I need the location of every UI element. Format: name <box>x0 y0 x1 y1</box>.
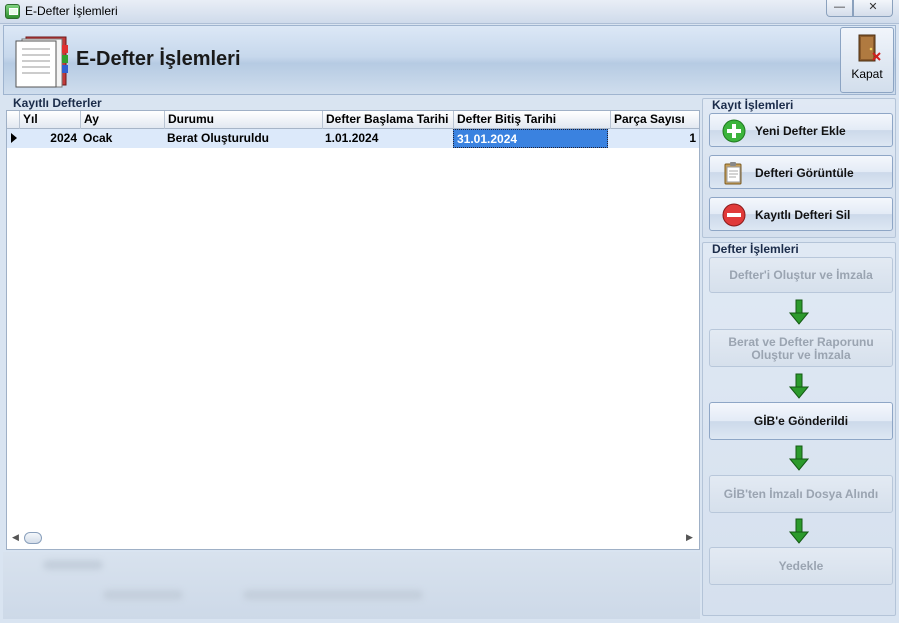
down-arrow-icon <box>789 518 809 544</box>
blurred-element <box>243 590 423 600</box>
down-arrow-icon <box>789 299 809 325</box>
record-operations-group: Kayıt İşlemleri Yeni Defter Ekle Defteri… <box>702 98 896 238</box>
ledger-operations-group: Defter İşlemleri Defter'i Oluştur ve İmz… <box>702 242 896 616</box>
column-header-baslama[interactable]: Defter Başlama Tarihi <box>322 111 453 129</box>
cell-durumu[interactable]: Berat Oluşturuldu <box>164 129 322 148</box>
create-sign-ledger-button[interactable]: Defter'i Oluştur ve İmzala <box>709 257 893 293</box>
page-title: E-Defter İşlemleri <box>76 48 241 70</box>
add-icon <box>722 119 746 143</box>
header-banner: E-Defter İşlemleri Kapat <box>3 25 896 95</box>
window-title: E-Defter İşlemleri <box>25 4 118 18</box>
column-header-durumu[interactable]: Durumu <box>164 111 322 129</box>
table-row[interactable]: 2024 Ocak Berat Oluşturuldu 1.01.2024 31… <box>7 129 699 148</box>
ledger-operations-label: Defter İşlemleri <box>712 242 799 256</box>
down-arrow-icon <box>789 373 809 399</box>
bottom-status-area <box>3 552 700 619</box>
ledger-book-icon <box>15 36 68 88</box>
create-sign-berat-button[interactable]: Berat ve Defter Raporunu Oluştur ve İmza… <box>709 329 893 367</box>
kapat-label: Kapat <box>851 67 883 81</box>
new-ledger-button[interactable]: Yeni Defter Ekle <box>709 113 893 147</box>
signed-file-received-label: GİB'ten İmzalı Dosya Alındı <box>723 487 879 501</box>
scroll-thumb[interactable] <box>24 532 42 544</box>
view-ledger-label: Defteri Görüntüle <box>755 166 854 180</box>
cell-baslama[interactable]: 1.01.2024 <box>322 129 453 148</box>
cell-parca[interactable]: 1 <box>610 129 699 148</box>
saved-ledgers-label: Kayıtlı Defterler <box>13 96 102 110</box>
column-header-ay[interactable]: Ay <box>80 111 164 129</box>
cell-ay[interactable]: Ocak <box>80 129 164 148</box>
clipboard-icon <box>724 162 742 185</box>
scroll-right-icon[interactable]: ▶ <box>686 532 693 543</box>
row-indicator-icon <box>11 133 17 143</box>
right-panel: Kayıt İşlemleri Yeni Defter Ekle Defteri… <box>702 95 896 617</box>
app-icon <box>5 4 20 19</box>
delete-ledger-button[interactable]: Kayıtlı Defteri Sil <box>709 197 893 231</box>
kapat-button[interactable]: Kapat <box>840 27 894 93</box>
column-header-parca[interactable]: Parça Sayısı <box>610 111 699 129</box>
backup-label: Yedekle <box>778 559 824 573</box>
backup-button[interactable]: Yedekle <box>709 547 893 585</box>
saved-ledgers-group: Kayıtlı Defterler Yıl Ay Durumu Defter B… <box>3 95 700 552</box>
horizontal-scrollbar[interactable]: ◀ ▶ <box>7 529 699 547</box>
table-header: Yıl Ay Durumu Defter Başlama Tarihi Deft… <box>7 111 699 129</box>
view-ledger-button[interactable]: Defteri Görüntüle <box>709 155 893 189</box>
blurred-element <box>43 560 103 570</box>
blurred-element <box>103 590 183 600</box>
new-ledger-label: Yeni Defter Ekle <box>755 124 846 138</box>
exit-door-icon <box>858 34 881 62</box>
sent-to-gib-label: GİB'e Gönderildi <box>753 414 849 428</box>
minimize-button[interactable]: — <box>826 0 853 17</box>
create-sign-ledger-label: Defter'i Oluştur ve İmzala <box>729 268 873 282</box>
column-header-bitis[interactable]: Defter Bitiş Tarihi <box>453 111 610 129</box>
ledgers-table[interactable]: Yıl Ay Durumu Defter Başlama Tarihi Deft… <box>6 110 700 550</box>
cell-bitis[interactable]: 31.01.2024 <box>453 129 608 148</box>
sent-to-gib-button[interactable]: GİB'e Gönderildi <box>709 402 893 440</box>
scroll-left-icon[interactable]: ◀ <box>12 532 19 543</box>
create-sign-berat-label-line2: Oluştur ve İmzala <box>751 348 851 362</box>
close-window-button[interactable]: ✕ <box>853 0 893 17</box>
down-arrow-icon <box>789 445 809 471</box>
record-operations-label: Kayıt İşlemleri <box>712 98 794 112</box>
signed-file-received-button[interactable]: GİB'ten İmzalı Dosya Alındı <box>709 475 893 513</box>
delete-icon <box>722 203 746 227</box>
cell-yil[interactable]: 2024 <box>19 129 80 148</box>
delete-ledger-label: Kayıtlı Defteri Sil <box>755 208 851 222</box>
column-header-yil[interactable]: Yıl <box>19 111 80 129</box>
title-bar: E-Defter İşlemleri — ✕ <box>0 0 899 24</box>
